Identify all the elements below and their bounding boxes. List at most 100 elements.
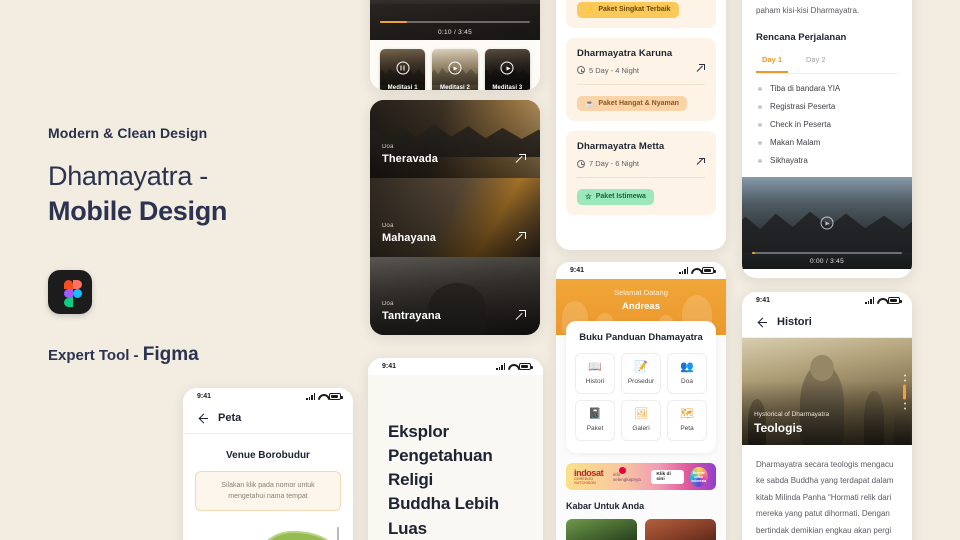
menu-item-peta[interactable]: 🗺 Peta bbox=[667, 400, 707, 441]
ad-banner[interactable]: indosat OOREDOO HUTCHISON info selengkap… bbox=[566, 463, 716, 490]
news-card-list bbox=[566, 519, 716, 540]
tab-day-1[interactable]: Day 1 bbox=[756, 55, 789, 74]
doa-card[interactable]: Doa Theravada bbox=[370, 100, 540, 179]
star-icon: ☆ bbox=[585, 192, 592, 201]
ad-mid-text: info selengkapnya bbox=[612, 471, 641, 482]
paket-tag: ☆ Paket Istimewa bbox=[577, 189, 654, 205]
meditation-label: Meditasi 2 bbox=[439, 85, 470, 90]
status-time: 9:41 bbox=[570, 267, 585, 274]
trip-detail-content: dibawa ke pengalaman Religi tanpa perlu … bbox=[742, 0, 912, 165]
doa-kicker: Doa bbox=[382, 300, 394, 307]
doa-kicker: Doa bbox=[382, 144, 394, 151]
news-card[interactable] bbox=[566, 519, 637, 540]
paket-title: Dharmayatra Metta bbox=[577, 141, 665, 152]
hero-block: Modern & Clean Design Dhamayatra - Mobil… bbox=[48, 125, 348, 366]
menu-item-prosedur[interactable]: 📝 Prosedur bbox=[621, 353, 661, 394]
itinerary-item: Tiba di bandara YIA bbox=[758, 84, 898, 93]
paket-title: Dharmayatra Karuna bbox=[577, 47, 673, 59]
hero-title-line1: Dhamayatra - bbox=[48, 161, 208, 191]
map-illustration[interactable]: ❄ bbox=[195, 519, 341, 540]
arrow-up-right-icon[interactable] bbox=[515, 153, 526, 164]
video-time-label: 0:00 / 3:45 bbox=[809, 258, 845, 266]
carousel-pager[interactable] bbox=[903, 374, 906, 409]
eksplor-heading-line1: Eksplor bbox=[388, 422, 449, 441]
itinerary-item: Sikhayatra bbox=[758, 156, 898, 165]
back-arrow-icon[interactable] bbox=[197, 413, 208, 424]
ad-badge-text: Beredar untuk Indonesia bbox=[691, 470, 707, 483]
clock-icon bbox=[577, 159, 585, 168]
panduan-menu-grid: 📖 Histori 📝 Prosedur 👥 Doa 📓 Paket 🖼 Gal… bbox=[575, 353, 707, 441]
pause-icon[interactable] bbox=[396, 61, 410, 75]
menu-item-histori[interactable]: 📖 Histori bbox=[575, 353, 615, 394]
doa-card[interactable]: Doa Mahayana bbox=[370, 178, 540, 257]
signal-icon bbox=[496, 363, 505, 370]
wifi-icon bbox=[877, 297, 885, 304]
video-progress[interactable] bbox=[752, 252, 902, 255]
book-icon: 📖 bbox=[588, 361, 602, 373]
panduan-home-panel: 9:41 Selamat Datang Andreas Buku Panduan… bbox=[556, 262, 726, 540]
hero-tool: Expert Tool - Figma bbox=[48, 344, 348, 366]
video-progress[interactable] bbox=[380, 21, 530, 23]
menu-label: Doa bbox=[681, 378, 693, 385]
panduan-sheet: Buku Panduan Dhamayatra 📖 Histori 📝 Pros… bbox=[566, 321, 716, 453]
trip-detail-paragraph: dibawa ke pengalaman Religi tanpa perlu … bbox=[756, 5, 860, 15]
ad-cta-button[interactable]: Klik di sini bbox=[651, 469, 684, 484]
map-icon: 🗺 bbox=[680, 408, 694, 420]
signal-icon bbox=[306, 393, 315, 400]
meditation-player-panel: 0:10 / 3:45 Meditasi 1 Meditasi 2 Medita… bbox=[370, 0, 540, 90]
day-tabs: Day 1 Day 2 bbox=[756, 55, 898, 75]
histori-hero-caption: Hystorical of Dharmayatra Teologis bbox=[754, 411, 829, 435]
peta-panel: 9:41 Peta Venue Borobudur Silakan klik p… bbox=[183, 388, 353, 540]
news-heading: Kabar Untuk Anda bbox=[566, 501, 645, 511]
itinerary-item: Check in Peserta bbox=[758, 120, 898, 129]
detail-video[interactable]: 0:00 / 3:45 bbox=[742, 177, 912, 270]
meditation-thumbnail[interactable]: Meditasi 3 bbox=[484, 49, 530, 90]
histori-nav-title: Histori bbox=[777, 316, 812, 328]
paket-card[interactable]: Dharmayatra Metta 7 Day - 6 Night ☆ Pake… bbox=[566, 131, 716, 215]
paket-card[interactable]: Dharmayatra Karuna 5 Day - 4 Night ☕ Pak… bbox=[566, 37, 716, 121]
paket-tag-label: Paket Istimewa bbox=[595, 193, 646, 201]
eksplor-heading-line2: Pengetahuan Religi bbox=[388, 446, 493, 490]
meditation-label: Meditasi 3 bbox=[492, 85, 523, 90]
doa-list-panel: Doa Theravada Doa Mahayana Doa Tantrayan… bbox=[370, 100, 540, 335]
figma-logo-icon bbox=[48, 270, 92, 315]
peta-body: Venue Borobudur Silakan klik pada nomor … bbox=[183, 434, 353, 540]
play-icon[interactable] bbox=[820, 216, 834, 230]
menu-item-doa[interactable]: 👥 Doa bbox=[667, 353, 707, 394]
play-icon[interactable] bbox=[500, 61, 514, 75]
map-pole bbox=[336, 527, 339, 540]
menu-label: Galeri bbox=[632, 425, 650, 432]
itinerary-list: Tiba di bandara YIA Registrasi Peserta C… bbox=[756, 84, 898, 165]
people-icon: 👥 bbox=[680, 361, 694, 373]
histori-hero-image[interactable]: Hystorical of Dharmayatra Teologis bbox=[742, 338, 912, 445]
video-hero[interactable]: 0:10 / 3:45 bbox=[370, 0, 540, 40]
paket-tag: ☕ Paket Hangat & Nyaman bbox=[577, 95, 687, 111]
play-icon[interactable] bbox=[448, 61, 462, 75]
arrow-up-right-icon[interactable] bbox=[696, 64, 705, 73]
ad-brand-sub: OOREDOO HUTCHISON bbox=[574, 477, 596, 485]
hero-kicker: Modern & Clean Design bbox=[48, 125, 208, 141]
meditation-thumbnail-list: Meditasi 1 Meditasi 2 Meditasi 3 bbox=[370, 40, 540, 90]
news-card[interactable] bbox=[645, 519, 716, 540]
bolt-icon: ⚡ bbox=[585, 5, 595, 14]
arrow-up-right-icon[interactable] bbox=[515, 232, 526, 243]
paket-card[interactable]: Dharmayatra Mudia 3 Day - 2 Night ⚡ Pake… bbox=[566, 0, 716, 28]
trip-detail-panel: dibawa ke pengalaman Religi tanpa perlu … bbox=[742, 0, 912, 278]
meditation-thumbnail[interactable]: Meditasi 1 bbox=[380, 49, 426, 90]
paket-scroll[interactable]: Dharmayatra Mudia 3 Day - 2 Night ⚡ Pake… bbox=[556, 0, 726, 235]
menu-item-galeri[interactable]: 🖼 Galeri bbox=[621, 400, 661, 441]
tab-day-2[interactable]: Day 2 bbox=[800, 55, 832, 73]
back-arrow-icon[interactable] bbox=[756, 317, 767, 328]
meditation-thumbnail[interactable]: Meditasi 2 bbox=[432, 49, 478, 90]
wifi-icon bbox=[508, 363, 516, 370]
wifi-icon bbox=[318, 393, 326, 400]
doa-name: Mahayana bbox=[382, 231, 436, 244]
arrow-up-right-icon[interactable] bbox=[515, 310, 526, 321]
eksplor-heading-line3: Buddha Lebih Luas bbox=[388, 494, 499, 538]
doa-card[interactable]: Doa Tantrayana bbox=[370, 256, 540, 335]
doa-name: Theravada bbox=[382, 153, 438, 166]
histori-paragraph: Dharmayatra secara teologis mengacu ke s… bbox=[756, 460, 894, 535]
status-bar: 9:41 bbox=[183, 388, 353, 405]
arrow-up-right-icon[interactable] bbox=[696, 157, 705, 166]
menu-item-paket[interactable]: 📓 Paket bbox=[575, 400, 615, 441]
